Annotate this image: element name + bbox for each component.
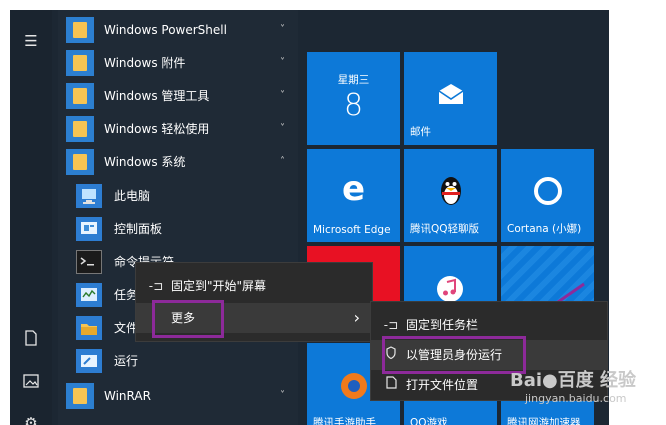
calendar-day: 8: [343, 88, 364, 123]
app-this-pc[interactable]: 此电脑: [58, 180, 298, 212]
task-manager-icon: [76, 283, 102, 307]
run-as-admin-highlight-box: [382, 336, 526, 374]
edge-icon: e: [341, 169, 366, 209]
mail-tile[interactable]: 邮件: [404, 52, 497, 145]
app-folder-powershell[interactable]: Windows PowerShell ˅: [58, 14, 298, 46]
pin-icon: -⊐: [148, 279, 164, 293]
app-folder-winrar[interactable]: WinRAR ˅: [58, 380, 298, 412]
tencent-game-icon: [341, 373, 367, 399]
calendar-tile[interactable]: 星期三 8: [307, 52, 400, 145]
chevron-down-icon: ˅: [280, 57, 285, 68]
file-icon: [381, 370, 401, 400]
app-list: Windows PowerShell ˅ Windows 附件 ˅ Window…: [58, 10, 298, 425]
app-folder-ease-of-access[interactable]: Windows 轻松使用 ˅: [58, 113, 298, 145]
app-run[interactable]: 运行: [58, 345, 298, 377]
app-folder-accessories[interactable]: Windows 附件 ˅: [58, 47, 298, 79]
start-rail: ☰ ⚙: [10, 10, 52, 425]
folder-icon: [66, 83, 94, 109]
app-control-panel[interactable]: 控制面板: [58, 213, 298, 245]
folder-icon: [66, 149, 94, 175]
settings-gear-icon[interactable]: ⚙: [18, 412, 44, 425]
more-highlight-box: [152, 300, 224, 338]
chevron-down-icon: ˅: [280, 123, 285, 134]
run-icon: [76, 349, 102, 373]
qq-tile[interactable]: 腾讯QQ轻聊版: [404, 149, 497, 242]
computer-icon: [76, 184, 102, 208]
start-menu-screenshot: ☰ ⚙ Windows PowerShell ˅ Windows 附件 ˅ Wi…: [10, 10, 609, 425]
chevron-down-icon: ˅: [280, 90, 285, 101]
edge-tile[interactable]: e Microsoft Edge: [307, 149, 400, 242]
qq-penguin-icon: [441, 177, 461, 205]
folder-icon: [66, 50, 94, 76]
document-icon[interactable]: [18, 330, 44, 352]
pin-to-start-item[interactable]: -⊐ 固定到"开始"屏幕: [136, 271, 372, 301]
cmd-icon: [76, 250, 102, 274]
pictures-icon[interactable]: [18, 372, 44, 394]
file-explorer-icon: [76, 316, 102, 340]
cortana-ring-icon: [534, 177, 562, 205]
baidu-watermark-url: jingyan.baidu.com: [525, 392, 627, 405]
folder-icon: [66, 17, 94, 43]
music-note-icon: [437, 276, 463, 302]
folder-icon: [66, 383, 94, 409]
baidu-watermark-brand: Bai●百度 经验: [510, 370, 637, 391]
cortana-tile[interactable]: Cortana (小娜): [501, 149, 594, 242]
chevron-down-icon: ˅: [280, 24, 285, 35]
calendar-weekday: 星期三: [337, 74, 370, 86]
chevron-down-icon: ˅: [280, 390, 285, 401]
hamburger-menu-icon[interactable]: ☰: [18, 30, 44, 52]
control-panel-icon: [76, 217, 102, 241]
app-folder-windows-system[interactable]: Windows 系统 ˄: [58, 146, 298, 178]
mail-icon: [438, 84, 464, 104]
folder-icon: [66, 116, 94, 142]
chevron-right-icon: ›: [353, 308, 360, 327]
chevron-up-icon: ˄: [280, 156, 285, 167]
app-folder-admin-tools[interactable]: Windows 管理工具 ˅: [58, 80, 298, 112]
